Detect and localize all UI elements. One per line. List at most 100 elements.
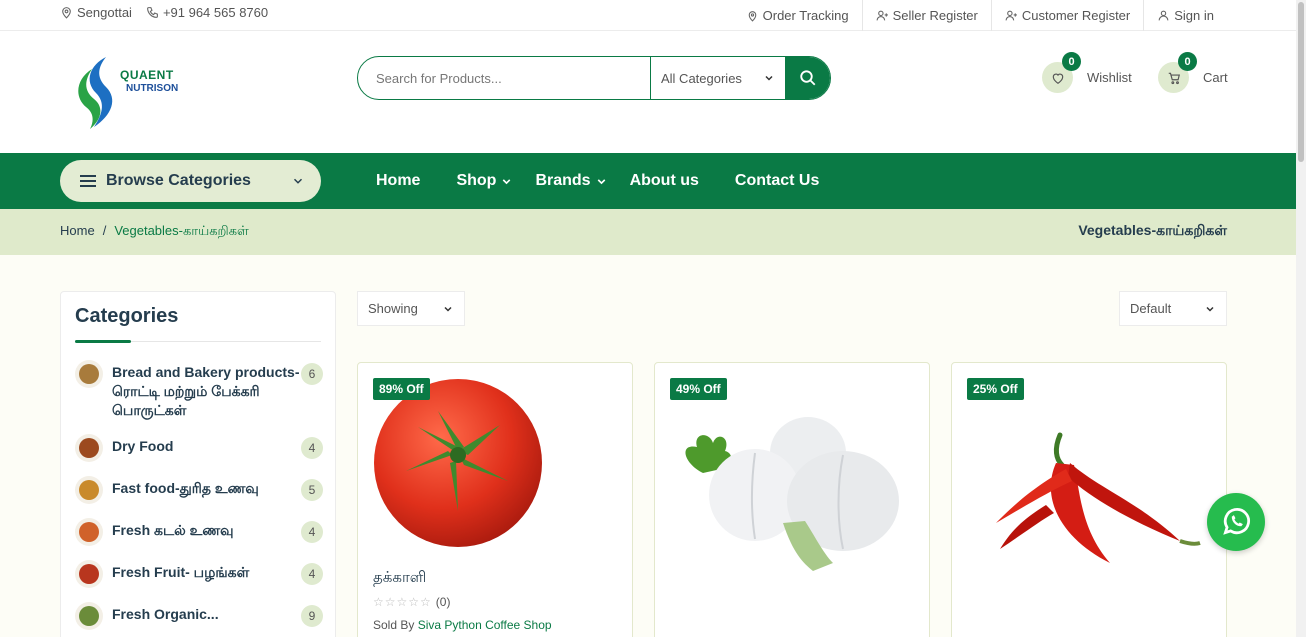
chevron-down-icon <box>1206 306 1214 312</box>
category-list: Bread and Bakery products-ரொட்டி மற்றும்… <box>75 360 323 637</box>
nav-item-shop[interactable]: Shop <box>456 172 513 190</box>
phone-text: +91 964 565 8760 <box>162 5 269 20</box>
sort-select-value: Default <box>1130 301 1172 316</box>
category-count-badge: 5 <box>301 479 323 501</box>
category-item[interactable]: Fast food-துரித உணவு 5 <box>75 476 323 504</box>
category-count-badge: 9 <box>301 605 323 627</box>
seller-register-link[interactable]: Seller Register <box>861 0 991 31</box>
chevron-down-icon <box>597 178 605 184</box>
nav-item-home[interactable]: Home <box>376 172 420 190</box>
contact-info: Sengottai +91 964 565 8760 <box>60 5 268 20</box>
logo-leaf-icon <box>78 57 113 129</box>
location-pin-icon <box>748 11 756 22</box>
showing-select[interactable]: Showing <box>357 291 465 326</box>
browse-categories-button[interactable]: Browse Categories <box>60 160 321 202</box>
cart-icon <box>1168 72 1180 84</box>
category-item[interactable]: Bread and Bakery products-ரொட்டி மற்றும்… <box>75 360 323 420</box>
header: QUAENT NUTRISON All Categories 0 Wishlis… <box>0 31 1296 153</box>
category-name: Bread and Bakery products-ரொட்டி மற்றும்… <box>112 364 300 418</box>
search-input[interactable] <box>358 57 650 99</box>
category-count-badge: 4 <box>301 563 323 585</box>
customer-register-link[interactable]: Customer Register <box>990 0 1143 31</box>
product-rating: ☆☆☆☆☆ (0) <box>373 595 450 609</box>
nav-item-about[interactable]: About us <box>630 172 699 190</box>
phone-icon <box>147 7 158 18</box>
user-plus-icon <box>1005 10 1017 21</box>
nav-item-brands[interactable]: Brands <box>535 172 607 190</box>
star-rating-icon: ☆☆☆☆☆ <box>373 595 432 609</box>
category-select[interactable]: All Categories <box>650 57 785 99</box>
category-image <box>79 606 99 626</box>
site-logo[interactable]: QUAENT NUTRISON <box>72 55 212 131</box>
page-scrollbar[interactable] <box>1296 0 1306 637</box>
category-item[interactable]: Fresh கடல் உணவு 4 <box>75 518 323 546</box>
cart-count-badge: 0 <box>1178 52 1197 71</box>
category-image <box>79 522 99 542</box>
breadcrumb: Home / Vegetables-காய்கறிகள் <box>60 223 249 240</box>
cart-link[interactable]: 0 Cart <box>1158 52 1228 93</box>
garlic-image[interactable] <box>673 403 913 573</box>
product-card[interactable]: 49% Off <box>654 362 930 637</box>
nav-menu: Home Shop Brands About us Contact Us <box>376 153 819 209</box>
discount-badge: 25% Off <box>967 378 1024 400</box>
sign-in-link[interactable]: Sign in <box>1143 0 1227 31</box>
product-name[interactable]: தக்காளி <box>373 569 426 588</box>
category-item[interactable]: Fresh Fruit- பழங்கள் 4 <box>75 560 323 588</box>
breadcrumb-home[interactable]: Home <box>60 223 95 240</box>
search-icon <box>799 70 815 86</box>
divider-accent <box>75 340 131 343</box>
customer-register-label: Customer Register <box>1021 8 1131 23</box>
wishlist-icon-wrap: 0 <box>1042 52 1081 93</box>
category-image <box>79 564 99 584</box>
nav-item-label: Shop <box>456 172 497 189</box>
showing-select-value: Showing <box>368 301 418 316</box>
product-card[interactable]: 89% Off தக்காளி ☆☆☆☆☆ (0) Sold By Siva P… <box>357 362 633 637</box>
category-name: Dry Food <box>112 438 174 454</box>
account-links: Order Tracking Seller Register Customer … <box>733 0 1227 31</box>
category-image <box>79 438 99 458</box>
phone[interactable]: +91 964 565 8760 <box>146 5 268 20</box>
category-image <box>79 364 99 384</box>
category-count-badge: 4 <box>301 437 323 459</box>
location-pin-icon <box>62 7 71 19</box>
sign-in-label: Sign in <box>1174 8 1214 23</box>
category-thumbnail <box>75 602 103 630</box>
search-button[interactable] <box>785 57 830 99</box>
top-bar: Sengottai +91 964 565 8760 Order Trackin… <box>0 0 1296 31</box>
nav-item-label: Home <box>376 172 421 189</box>
category-name: Fresh கடல் உணவு <box>112 522 234 538</box>
location-text: Sengottai <box>77 5 132 20</box>
nav-item-label: Brands <box>535 172 591 189</box>
category-item[interactable]: Dry Food 4 <box>75 434 323 462</box>
hamburger-icon <box>80 175 96 187</box>
chevron-down-icon <box>293 178 303 184</box>
breadcrumb-current: Vegetables-காய்கறிகள் <box>114 223 249 238</box>
category-name: Fresh Organic... <box>112 606 219 622</box>
nav-item-contact[interactable]: Contact Us <box>735 172 819 190</box>
breadcrumb-separator: / <box>102 223 107 238</box>
browse-categories-label: Browse Categories <box>106 172 251 189</box>
order-tracking-label: Order Tracking <box>762 8 849 23</box>
order-tracking-link[interactable]: Order Tracking <box>733 0 862 31</box>
category-image <box>79 480 99 500</box>
whatsapp-chat-button[interactable] <box>1207 493 1265 551</box>
wishlist-count-badge: 0 <box>1062 52 1081 71</box>
location: Sengottai <box>60 5 132 20</box>
category-thumbnail <box>75 360 103 388</box>
category-item[interactable]: Fresh Organic... 9 <box>75 602 323 630</box>
logo-text-primary: QUAENT <box>120 68 174 82</box>
chevron-down-icon <box>444 306 452 312</box>
category-thumbnail <box>75 434 103 462</box>
red-chili-image[interactable] <box>990 429 1210 579</box>
user-icon <box>1158 10 1169 21</box>
sort-select[interactable]: Default <box>1119 291 1227 326</box>
cart-label: Cart <box>1203 70 1228 85</box>
product-card[interactable]: 25% Off <box>951 362 1227 637</box>
category-thumbnail <box>75 518 103 546</box>
wishlist-label: Wishlist <box>1087 70 1132 85</box>
scrollbar-thumb[interactable] <box>1298 2 1304 162</box>
discount-badge: 89% Off <box>373 378 430 400</box>
breadcrumb-bar: Home / Vegetables-காய்கறிகள் Vegetables-… <box>0 209 1296 255</box>
seller-link[interactable]: Siva Python Coffee Shop <box>418 618 552 632</box>
wishlist-link[interactable]: 0 Wishlist <box>1042 52 1132 93</box>
